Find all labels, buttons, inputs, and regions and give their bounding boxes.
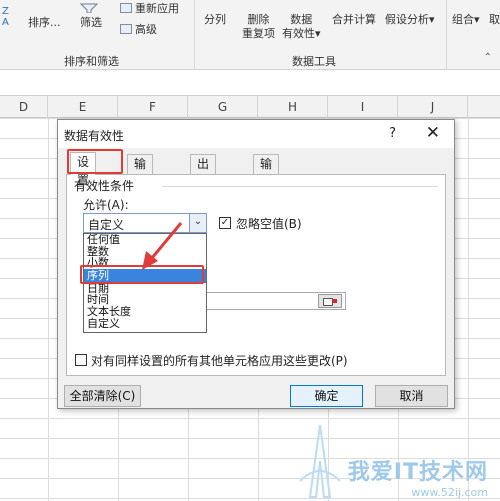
remove-duplicates-button[interactable]: 删除 重复项 bbox=[242, 13, 275, 41]
consolidate-button[interactable]: 合并计算 bbox=[332, 13, 376, 27]
cancel-button[interactable]: 取消 bbox=[375, 385, 448, 407]
list-item-selected[interactable]: 序列 bbox=[84, 268, 206, 283]
filter-label: 筛选 bbox=[80, 16, 102, 29]
tab-ime-mode[interactable]: 输入法模式 bbox=[253, 154, 280, 243]
group-dropdown-icon: ▾ bbox=[474, 13, 480, 26]
validation-dropdown-icon: ▾ bbox=[315, 27, 321, 40]
what-if-label: 假设分析 bbox=[385, 13, 429, 26]
watermark: 我爱IT技术网 www.52ij.com bbox=[348, 454, 488, 499]
advanced-label: 高级 bbox=[135, 23, 157, 36]
advanced-icon bbox=[120, 24, 132, 34]
list-item[interactable]: 任何值 bbox=[84, 234, 206, 246]
group-label-data-tools: 数据工具 bbox=[292, 55, 336, 68]
range-select-icon[interactable] bbox=[318, 294, 342, 308]
group-label: 组合 bbox=[452, 13, 474, 26]
validation-line2: 有效性 bbox=[282, 27, 315, 40]
ignore-blank-label: 忽略空值(B) bbox=[236, 217, 302, 231]
sort-az-icon[interactable]: Z A bbox=[2, 6, 9, 28]
reapply-button[interactable]: 重新应用 bbox=[120, 0, 179, 16]
allow-label: 允许(A): bbox=[83, 198, 129, 212]
formula-bar-area bbox=[0, 70, 500, 96]
close-icon[interactable]: ✕ bbox=[426, 123, 440, 143]
remove-dup-line1: 删除 bbox=[247, 13, 270, 26]
column-header[interactable]: H bbox=[258, 96, 328, 118]
group-button[interactable]: 组合▾ bbox=[452, 13, 480, 27]
clear-all-button[interactable]: 全部清除(C) bbox=[64, 385, 141, 407]
allow-combobox[interactable]: 自定义 ⌄ bbox=[83, 213, 207, 233]
column-header[interactable]: D bbox=[0, 96, 48, 118]
column-header[interactable]: J bbox=[398, 96, 468, 118]
list-item[interactable]: 文本长度 bbox=[84, 306, 206, 318]
column-header[interactable]: I bbox=[328, 96, 398, 118]
ok-button[interactable]: 确定 bbox=[290, 385, 363, 407]
sort-button[interactable]: 排序... bbox=[28, 14, 61, 30]
ribbon-divider bbox=[446, 0, 447, 70]
allow-combobox-value: 自定义 bbox=[88, 218, 125, 232]
dialog-title: 数据有效性 bbox=[64, 129, 125, 143]
filter-button[interactable]: 筛选 bbox=[80, 14, 102, 30]
list-item[interactable]: 小数 bbox=[84, 257, 206, 269]
ungroup-button[interactable]: 取 bbox=[489, 13, 500, 27]
remove-dup-line2: 重复项 bbox=[242, 27, 275, 40]
sort-label: 排序... bbox=[28, 16, 61, 29]
column-header-row: D E F G H I J bbox=[0, 96, 500, 118]
column-header[interactable]: F bbox=[118, 96, 188, 118]
section-divider bbox=[162, 186, 438, 187]
advanced-button[interactable]: 高级 bbox=[120, 21, 157, 37]
split-column-label: 分列 bbox=[204, 13, 226, 26]
sort-a-glyph: A bbox=[2, 17, 9, 28]
watermark-tower-icon bbox=[299, 424, 341, 498]
tab-input-message[interactable]: 输入信息 bbox=[127, 154, 154, 225]
group-label-sort-filter: 排序和筛选 bbox=[64, 55, 119, 68]
collapse-ribbon-icon[interactable]: ⌃ bbox=[484, 52, 492, 63]
column-header[interactable]: E bbox=[48, 96, 118, 118]
ribbon: Z A 排序... 筛选 重新应用 高级 排序和筛选 分列 删除 重复项 数据 … bbox=[0, 0, 500, 70]
ignore-blank-checkbox[interactable]: ✓ bbox=[219, 217, 231, 229]
watermark-url: www.52ij.com bbox=[411, 486, 488, 499]
tab-settings[interactable]: 设置 bbox=[70, 152, 97, 187]
list-item[interactable]: 自定义 bbox=[84, 317, 206, 330]
consolidate-label: 合并计算 bbox=[332, 13, 376, 26]
apply-all-checkbox[interactable] bbox=[75, 354, 87, 366]
what-if-dropdown-icon: ▾ bbox=[429, 13, 435, 26]
reapply-label: 重新应用 bbox=[135, 2, 179, 15]
sort-z-glyph: Z bbox=[2, 6, 9, 17]
ungroup-label: 取 bbox=[489, 13, 500, 26]
apply-all-label: 对有同样设置的所有其他单元格应用这些更改(P) bbox=[91, 354, 348, 368]
allow-dropdown-list: 任何值 整数 小数 序列 日期 时间 文本长度 自定义 bbox=[83, 233, 207, 333]
data-validation-button[interactable]: 数据 有效性▾ bbox=[282, 13, 321, 41]
data-validation-dialog: 数据有效性 ? ✕ 设置 输入信息 出错警告 输入法模式 有效性条件 允许(A)… bbox=[57, 119, 455, 409]
chevron-down-icon[interactable]: ⌄ bbox=[189, 214, 206, 232]
split-column-button[interactable]: 分列 bbox=[204, 13, 226, 27]
ribbon-divider bbox=[194, 0, 195, 70]
help-icon[interactable]: ? bbox=[389, 126, 396, 141]
tab-error-alert[interactable]: 出错警告 bbox=[190, 154, 217, 225]
filter-icon bbox=[80, 3, 104, 13]
validation-line1: 数据 bbox=[290, 13, 313, 26]
column-header[interactable]: G bbox=[188, 96, 258, 118]
watermark-title: 我爱IT技术网 bbox=[347, 460, 488, 485]
what-if-button[interactable]: 假设分析▾ bbox=[385, 13, 435, 27]
reapply-icon bbox=[120, 3, 132, 13]
dialog-titlebar[interactable]: 数据有效性 ? ✕ bbox=[58, 120, 454, 148]
